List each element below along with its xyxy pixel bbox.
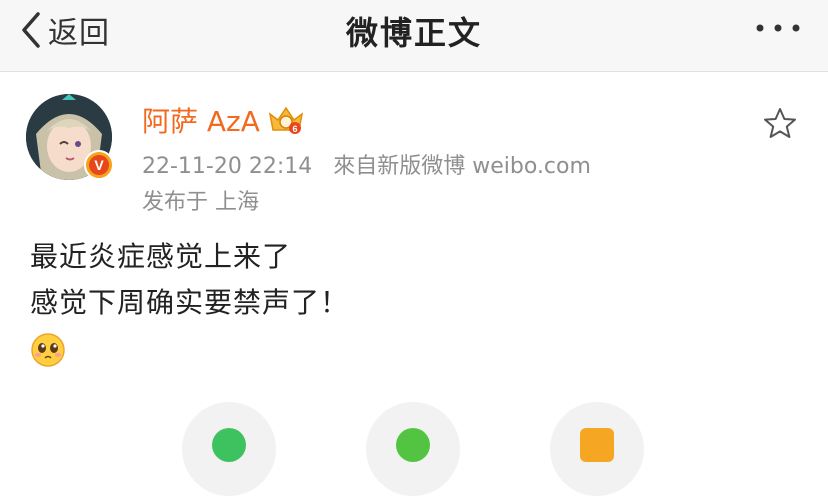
vip-crown-icon[interactable]: 6 <box>266 104 306 136</box>
favorite-button[interactable] <box>550 402 644 496</box>
post-body: 最近炎症感觉上来了 感觉下周确实要禁声了！ <box>30 234 800 372</box>
post-source: 來自新版微博 weibo.com <box>333 154 591 179</box>
username[interactable]: 阿萨 AzA <box>142 100 260 140</box>
page-title: 微博正文 <box>345 14 482 52</box>
favorite-icon <box>580 428 614 462</box>
svg-text:6: 6 <box>292 124 297 134</box>
more-options-icon[interactable] <box>752 18 804 38</box>
post-meta: 22-11-20 22:14 來自新版微博 weibo.com <box>142 148 605 180</box>
share-moments-button[interactable] <box>366 402 460 496</box>
navigation-bar: 返回 微博正文 <box>0 0 828 72</box>
wechat-share-icon <box>212 428 246 462</box>
share-wechat-button[interactable] <box>182 402 276 496</box>
username-row: 阿萨 AzA 6 <box>142 100 306 140</box>
post-location: 发布于 上海 <box>142 190 259 215</box>
post-text-line-2: 感觉下周确实要禁声了！ <box>30 286 350 319</box>
svg-text:V: V <box>94 157 104 173</box>
pleading-emoji-icon <box>31 333 65 367</box>
post-timestamp: 22-11-20 22:14 <box>142 154 313 179</box>
moments-share-icon <box>396 428 430 462</box>
author-header: V 阿萨 AzA 6 22-11-20 22:14 來自新版微博 weibo.c… <box>26 94 802 224</box>
star-follow-icon[interactable] <box>762 106 798 142</box>
avatar[interactable]: V <box>26 94 114 180</box>
post-text-line-1: 最近炎症感觉上来了 <box>30 240 292 273</box>
verified-badge-icon: V <box>84 150 114 180</box>
